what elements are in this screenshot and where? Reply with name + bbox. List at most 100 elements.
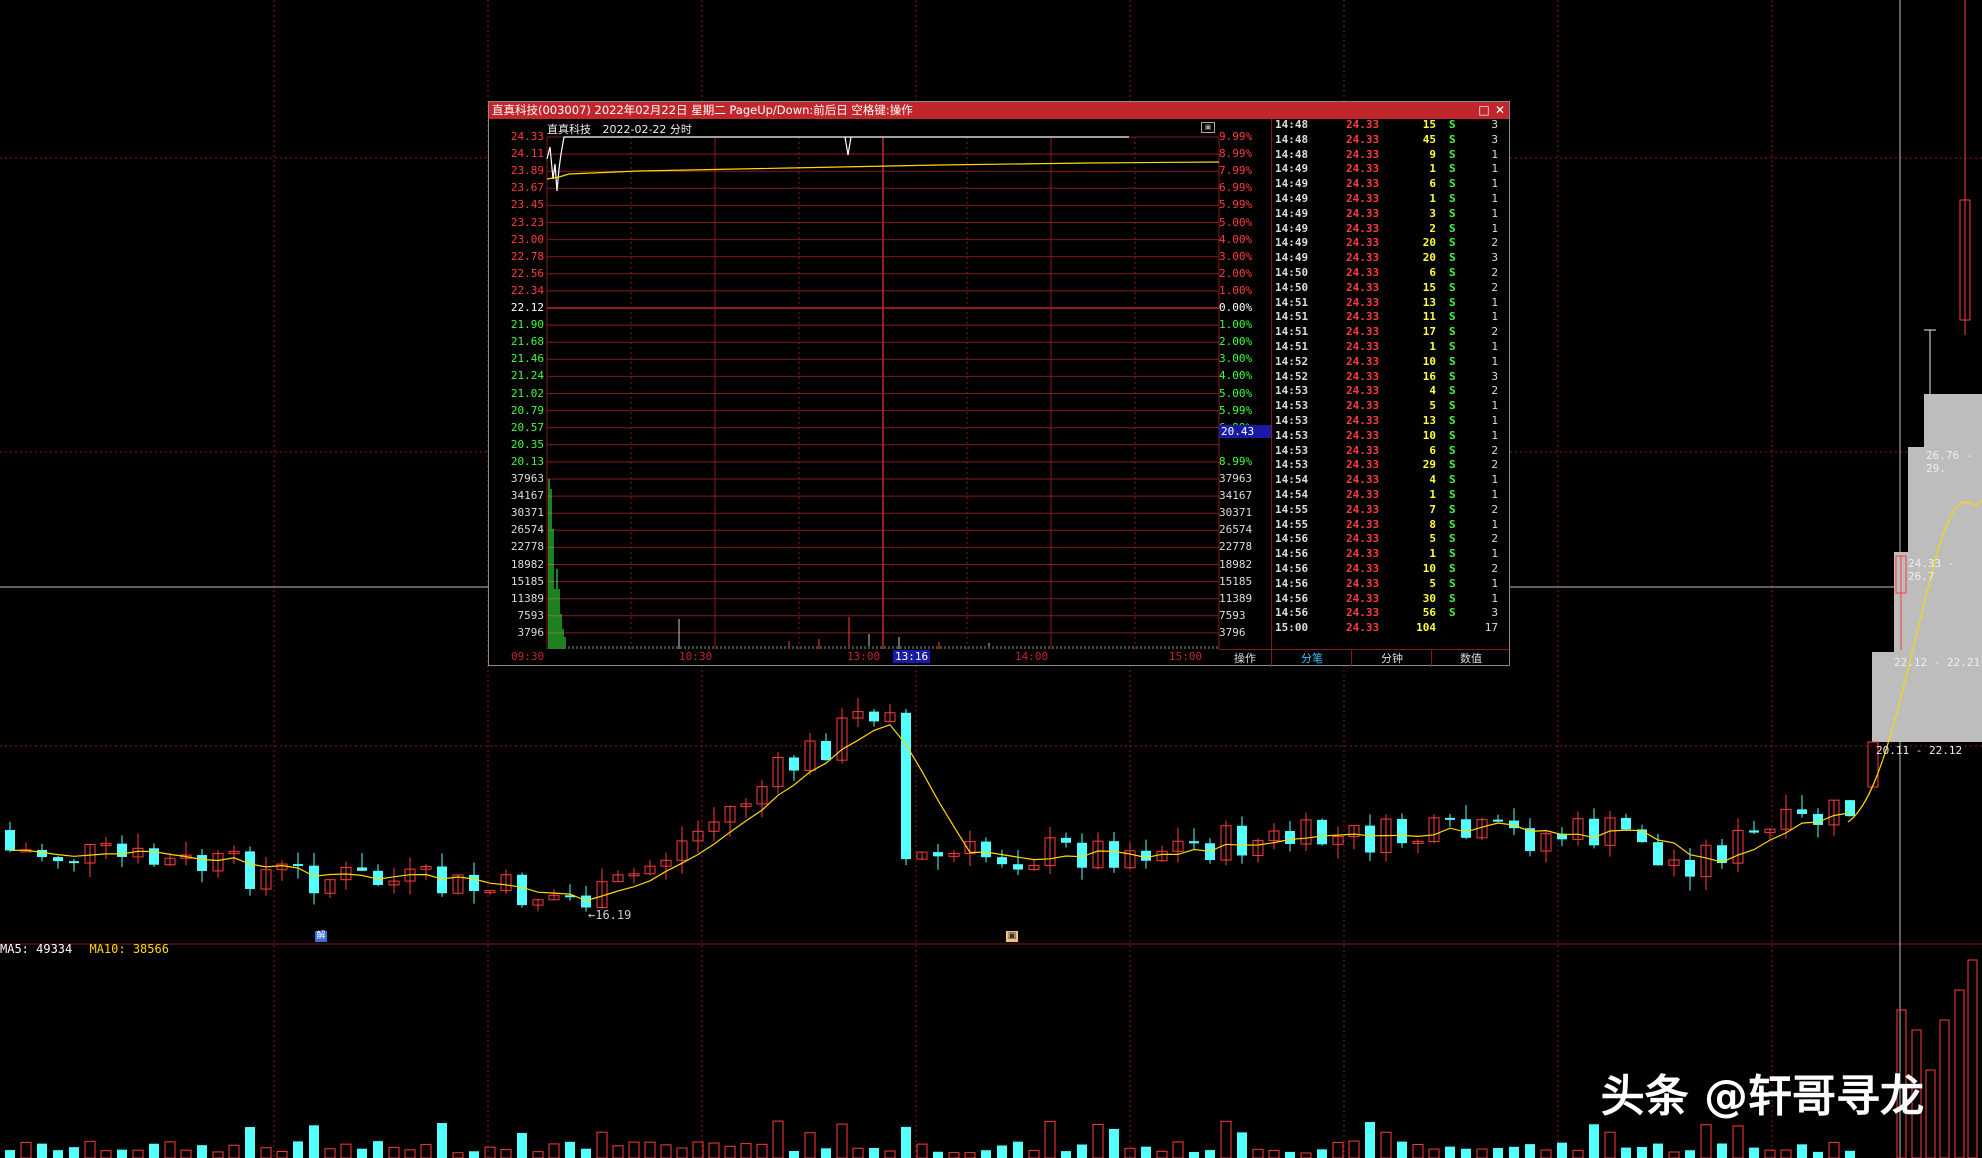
price-axis-label: 21.02 [510,386,544,400]
tick-time: 14:50 [1275,266,1309,279]
tick-count: 3 [1491,606,1498,620]
tick-row[interactable]: 14:53 24.33 5 S 1 [1272,399,1510,414]
tick-row[interactable]: 14:51 24.33 1 S 1 [1272,340,1510,355]
tick-count: 1 [1491,488,1498,501]
volume-bar [276,1150,288,1158]
tick-volume: 1 [1429,162,1436,176]
tick-row[interactable]: 14:48 24.33 15 S 3 [1272,118,1510,133]
intraday-popup-window[interactable]: 直真科技(003007) 2022年02月22日 星期二 PageUp/Down… [488,101,1510,667]
tick-row[interactable]: 14:48 24.33 9 S 1 [1272,148,1510,163]
popup-titlebar[interactable]: 直真科技(003007) 2022年02月22日 星期二 PageUp/Down… [489,102,1509,119]
volume-bar [1813,1151,1823,1158]
tick-row[interactable]: 14:50 24.33 15 S 2 [1272,281,1510,296]
tick-row[interactable]: 14:53 24.33 6 S 2 [1272,444,1510,459]
tick-row[interactable]: 14:48 24.33 45 S 3 [1272,133,1510,148]
tick-direction: S [1449,399,1456,413]
price-axis-label: 21.24 [510,369,544,383]
volume-bar [1317,1149,1327,1158]
tick-list[interactable]: 14:48 24.33 15 S 3 14:48 24.33 45 S 3 14:48 24.33 9 S… [1271,118,1510,649]
tick-time: 14:54 [1275,488,1309,501]
candle-body [357,867,367,871]
tick-row[interactable]: 14:54 24.33 4 S 1 [1272,473,1510,488]
popup-tab-bar: 操作 分笔 分钟 数值 [1219,649,1509,667]
intraday-chart[interactable] [489,119,1271,649]
tick-volume: 5 [1429,576,1436,590]
tab-values[interactable]: 数值 [1431,650,1510,667]
volume-bar [500,1148,512,1158]
tick-row[interactable]: 14:49 24.33 3 S 1 [1272,207,1510,222]
tick-row[interactable]: 14:56 24.33 10 S 2 [1272,562,1510,577]
tab-operate[interactable]: 操作 [1219,650,1271,667]
volume-bar [1685,1150,1695,1158]
volume-axis-label: 30371 [1219,506,1253,520]
tick-row[interactable]: 15:00 24.33 104 17 [1272,621,1510,636]
tick-count: 3 [1491,369,1498,383]
tick-row[interactable]: 14:56 24.33 30 S 1 [1272,592,1510,607]
tick-price: 24.33 [1346,414,1380,427]
candle-body [1013,864,1023,870]
unlock-tag-icon[interactable]: 解 [315,931,327,942]
tick-row[interactable]: 14:49 24.33 1 S 1 [1272,162,1510,177]
tick-row[interactable]: 14:53 24.33 4 S 2 [1272,384,1510,399]
tick-row[interactable]: 14:50 24.33 6 S 2 [1272,266,1510,281]
tick-count: 1 [1491,576,1498,590]
tick-row[interactable]: 14:49 24.33 20 S 2 [1272,236,1510,251]
price-axis-label: 23.00 [510,232,544,246]
volume-bar [1604,1131,1616,1158]
tick-direction: S [1449,428,1456,442]
volume-bar [789,1150,799,1158]
tick-row[interactable]: 14:56 24.33 56 S 3 [1272,606,1510,621]
volume-bar [676,1147,688,1158]
maximize-icon[interactable]: □ [1477,103,1491,117]
tick-row[interactable]: 14:51 24.33 17 S 2 [1272,325,1510,340]
price-axis-label: 22.12 [510,301,544,314]
candle-body [1445,817,1455,820]
tick-row[interactable]: 14:53 24.33 13 S 1 [1272,414,1510,429]
tick-row[interactable]: 14:51 24.33 11 S 1 [1272,310,1510,325]
tick-row[interactable]: 14:53 24.33 10 S 1 [1272,429,1510,444]
volume-bar [212,1151,224,1158]
tick-count: 17 [1484,621,1498,635]
tick-price: 24.33 [1346,118,1380,131]
tick-time: 14:49 [1275,221,1309,235]
tick-time: 14:53 [1275,458,1309,472]
tick-row[interactable]: 14:54 24.33 1 S 1 [1272,488,1510,503]
tab-tick-detail[interactable]: 分笔 [1271,650,1352,667]
tick-direction: S [1449,177,1456,191]
tick-row[interactable]: 14:55 24.33 7 S 2 [1272,503,1510,518]
volume-bar [1476,1148,1488,1158]
volume-axis-label: 11389 [1219,591,1253,605]
tick-price: 24.33 [1346,458,1380,472]
tick-row[interactable]: 14:49 24.33 2 S 1 [1272,222,1510,237]
volume-bar [1925,1069,1936,1158]
volume-bar [1237,1132,1247,1158]
tick-row[interactable]: 14:52 24.33 16 S 3 [1272,370,1510,385]
tick-row[interactable]: 14:49 24.33 1 S 1 [1272,192,1510,207]
tick-row[interactable]: 14:49 24.33 20 S 3 [1272,251,1510,266]
tab-minute[interactable]: 分钟 [1351,650,1432,667]
tick-row[interactable]: 14:55 24.33 8 S 1 [1272,518,1510,533]
gap-label: 22.12 - 22.21 [1894,656,1981,669]
info-tag-icon[interactable]: ▣ [1006,931,1018,942]
volume-axis-label: 3796 [517,625,545,639]
tick-row[interactable]: 14:56 24.33 5 S 2 [1272,532,1510,547]
tick-row[interactable]: 14:56 24.33 5 S 1 [1272,577,1510,592]
candle-body [1237,825,1247,856]
tick-row[interactable]: 14:56 24.33 1 S 1 [1272,547,1510,562]
tick-row[interactable]: 14:53 24.33 29 S 2 [1272,458,1510,473]
gap-box [1924,394,1982,447]
volume-bar [1380,1131,1392,1158]
volume-bar [1397,1141,1407,1158]
percent-axis-label: 7.99% [1219,164,1253,178]
candle-body [293,864,303,867]
tick-direction: S [1449,562,1456,575]
tick-direction: S [1449,517,1456,531]
tick-row[interactable]: 14:49 24.33 6 S 1 [1272,177,1510,192]
expand-icon[interactable]: ▣ [1201,122,1215,133]
tick-direction: S [1449,295,1456,309]
tick-time: 14:49 [1275,192,1309,205]
tick-row[interactable]: 14:52 24.33 10 S 1 [1272,355,1510,370]
close-icon[interactable]: ✕ [1493,103,1507,117]
candle-body [1189,841,1199,844]
tick-row[interactable]: 14:51 24.33 13 S 1 [1272,296,1510,311]
